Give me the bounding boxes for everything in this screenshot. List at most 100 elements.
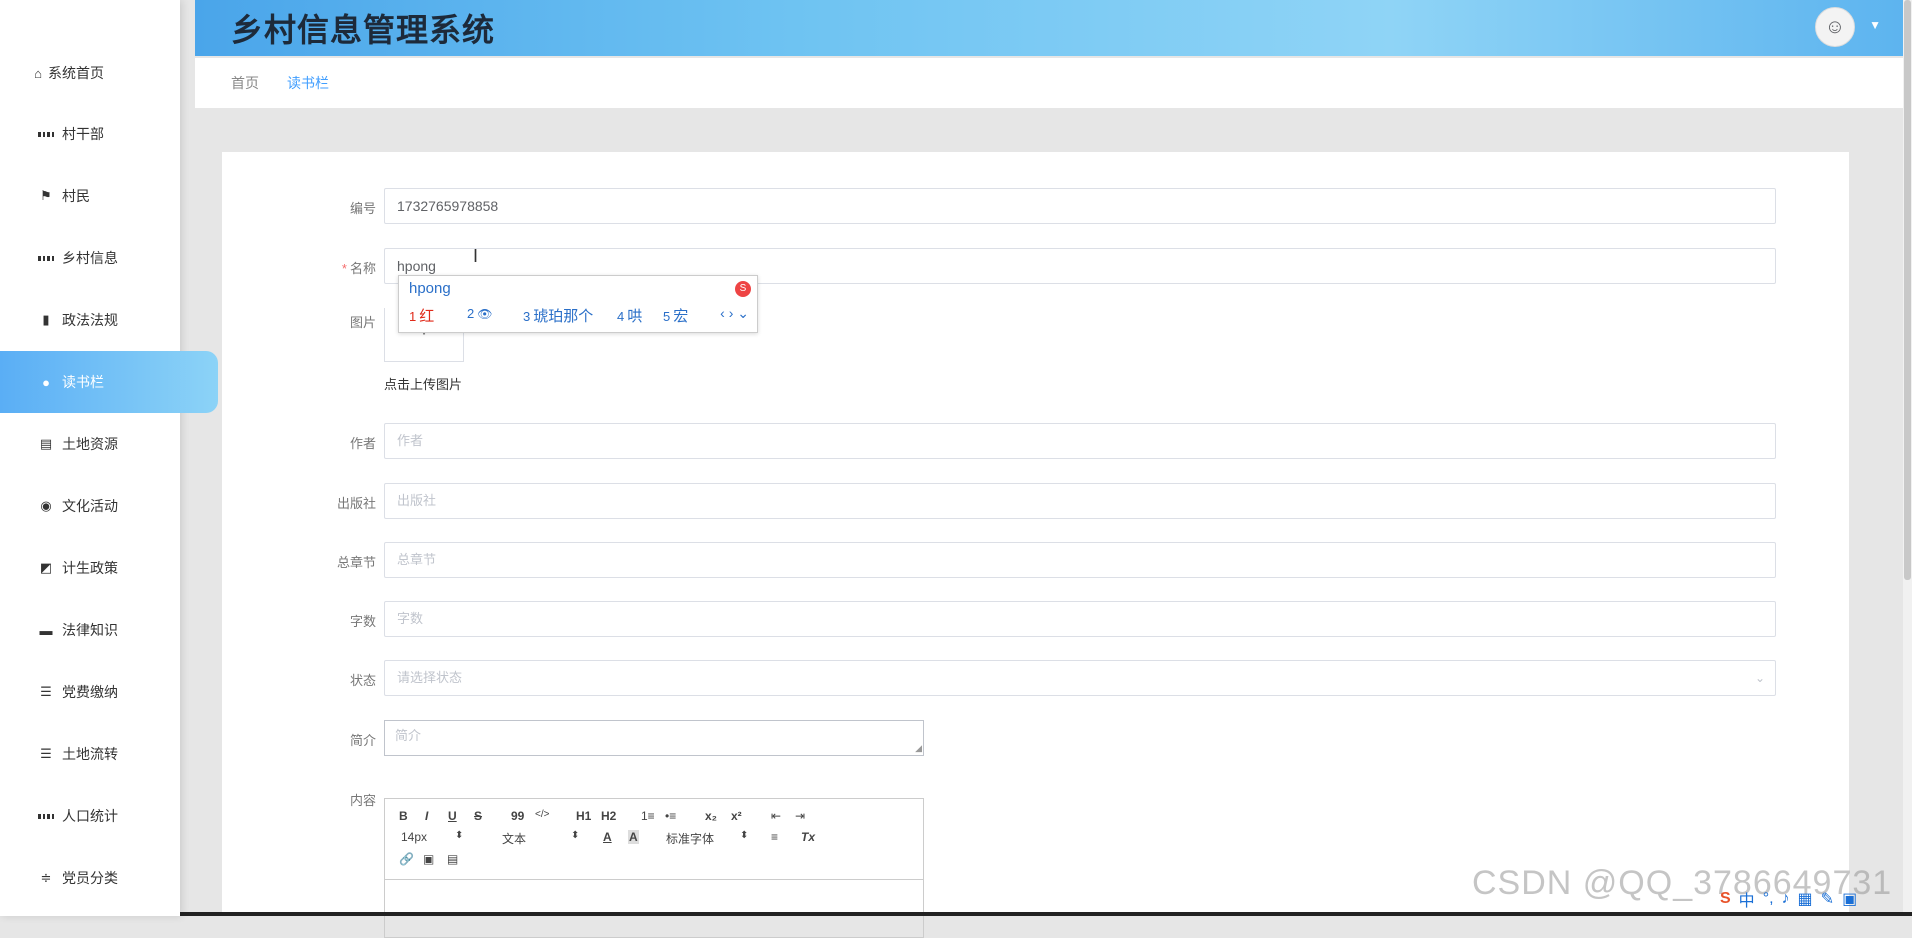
punctuation-icon[interactable]: °,	[1763, 890, 1774, 908]
font-family-select[interactable]: 标准字体	[666, 830, 714, 847]
ime-candidate-3[interactable]: 3 琥珀那个	[523, 305, 593, 326]
publisher-input[interactable]: 出版社	[384, 483, 1776, 519]
grid-icon	[38, 126, 54, 142]
sidebar-item-family-planning[interactable]: ◩ 计生政策	[0, 537, 218, 599]
ime-candidate-1[interactable]: 1红	[409, 305, 434, 326]
sidebar-item-party-members[interactable]: ≑ 党员分类	[0, 847, 218, 909]
grid-icon	[38, 808, 54, 824]
indent-button[interactable]: ⇥	[795, 809, 805, 823]
ime-candidate-number: 5	[663, 309, 671, 324]
chapters-input[interactable]: 总章节	[384, 542, 1776, 578]
outdent-button[interactable]: ⇤	[771, 809, 781, 823]
superscript-button[interactable]: x²	[731, 809, 742, 823]
sidebar-item-laws[interactable]: ▮ 政法法规	[0, 289, 218, 351]
sidebar-item-home[interactable]: ⌂ 系统首页	[0, 42, 210, 104]
ime-page-nav[interactable]: ‹ › ⌄	[720, 305, 749, 322]
keyboard-icon[interactable]: ▦	[1798, 889, 1813, 909]
underline-button[interactable]: U	[448, 809, 457, 823]
author-input[interactable]: 作者	[384, 423, 1776, 459]
clear-format-button[interactable]: Tx	[801, 830, 815, 844]
sidebar: ⌂ 系统首页 村干部 ⚑ 村民 乡村信息 ▮ 政法法规 ● 读书栏 ▤ 土地资源…	[0, 0, 218, 916]
trend-chart-icon: ◩	[39, 560, 53, 575]
name-label: * 名称	[222, 258, 376, 277]
ime-mode-indicator[interactable]: 中	[1739, 887, 1755, 911]
sidebar-item-population[interactable]: 人口统计	[0, 785, 218, 847]
h2-button[interactable]: H2	[601, 809, 616, 823]
bullet-list-button[interactable]: •≡	[665, 809, 676, 823]
taskbar-ime-tray: S 中 °, ♪ ▦ ✎ ▣	[1720, 884, 1857, 914]
status-select[interactable]: 请选择状态 ⌄	[384, 660, 1776, 696]
background-color-button[interactable]: A	[628, 830, 639, 844]
sidebar-item-label: 党员分类	[62, 870, 118, 886]
subscript-button[interactable]: x₂	[705, 809, 717, 823]
ime-composition: hpong	[409, 280, 451, 297]
toolbox-icon[interactable]: ▣	[1842, 889, 1857, 909]
sidebar-item-land[interactable]: ▤ 土地资源	[0, 413, 218, 475]
sidebar-item-dues[interactable]: ☰ 党费缴纳	[0, 661, 218, 723]
words-input[interactable]: 字数	[384, 601, 1776, 637]
ime-candidate-text: 哄	[627, 308, 643, 325]
intro-placeholder: 简介	[395, 728, 422, 743]
sidebar-item-cadres[interactable]: 村干部	[0, 103, 218, 165]
ime-candidate-5[interactable]: 5宏	[663, 305, 688, 326]
clipboard-icon: ▤	[39, 436, 53, 451]
ime-candidate-2[interactable]: 2 👁	[467, 305, 492, 322]
sidebar-item-culture[interactable]: ◉ 文化活动	[0, 475, 218, 537]
resize-handle-icon[interactable]: ◢	[915, 743, 922, 754]
code-button[interactable]: </>	[535, 809, 549, 820]
video-icon[interactable]: ▤	[447, 852, 458, 866]
font-color-button[interactable]: A	[603, 830, 612, 844]
list-icon: ☰	[40, 746, 52, 761]
avatar[interactable]: ☺	[1815, 7, 1855, 47]
scrollbar-thumb[interactable]	[1904, 0, 1911, 580]
sidebar-item-land-transfer[interactable]: ☰ 土地流转	[0, 723, 218, 785]
ime-candidate-text: 琥珀那个	[533, 308, 594, 325]
breadcrumb: 首页 读书栏	[195, 58, 1903, 108]
sidebar-item-label: 乡村信息	[62, 250, 118, 266]
sogou-ime-icon[interactable]: S	[1720, 890, 1731, 908]
page-scrollbar[interactable]	[1903, 0, 1912, 916]
sidebar-item-label: 村民	[62, 188, 90, 204]
align-button[interactable]: ≡	[771, 830, 778, 844]
words-label: 字数	[349, 614, 376, 629]
name-label-text: 名称	[349, 261, 376, 276]
ime-candidate-popup: hpong S 1红 2 👁 3 琥珀那个 4哄 5宏 ‹ › ⌄	[398, 275, 758, 333]
sidebar-item-label: 读书栏	[62, 374, 104, 390]
sidebar-item-village-info[interactable]: 乡村信息	[0, 227, 218, 289]
id-input[interactable]: 1732765978858	[384, 188, 1776, 224]
link-icon[interactable]: 🔗	[399, 852, 414, 866]
content-label: 内容	[349, 793, 376, 808]
caret-down-icon[interactable]: ▼	[1869, 18, 1881, 32]
microphone-icon[interactable]: ♪	[1782, 890, 1790, 908]
quote-button[interactable]: 99	[511, 809, 524, 823]
ordered-list-button[interactable]: 1≡	[641, 809, 655, 823]
header-type-select[interactable]: 文本	[502, 830, 526, 847]
font-size-select[interactable]: 14px	[401, 830, 427, 844]
skin-icon[interactable]: ✎	[1821, 889, 1834, 909]
briefcase-icon: ▬	[39, 622, 53, 638]
id-label: 编号	[349, 201, 376, 216]
image-icon[interactable]: ▣	[423, 852, 434, 866]
home-icon: ⌂	[34, 65, 42, 81]
sidebar-item-label: 土地流转	[62, 746, 118, 762]
chapters-label: 总章节	[336, 555, 376, 570]
sidebar-item-label: 村干部	[62, 126, 104, 142]
intro-textarea[interactable]: 简介 ◢	[384, 720, 924, 756]
sidebar-item-villagers[interactable]: ⚑ 村民	[0, 165, 218, 227]
sidebar-item-reading[interactable]: ● 读书栏	[0, 351, 218, 413]
sidebar-item-legal[interactable]: ▬ 法律知识	[0, 599, 218, 661]
bar-chart-icon: ▮	[42, 312, 50, 327]
sidebar-item-label: 文化活动	[62, 498, 118, 514]
breadcrumb-home[interactable]: 首页	[231, 73, 259, 93]
publisher-label: 出版社	[336, 496, 376, 511]
required-mark: *	[341, 261, 347, 276]
italic-button[interactable]: I	[425, 809, 428, 823]
status-label: 状态	[349, 673, 376, 688]
bold-button[interactable]: B	[399, 809, 408, 823]
header-type-arrow-icon: ⬍	[571, 830, 580, 841]
h1-button[interactable]: H1	[576, 809, 591, 823]
sliders-icon: ≑	[40, 870, 52, 885]
ime-candidate-4[interactable]: 4哄	[617, 305, 642, 326]
ime-candidate-number: 1	[409, 309, 417, 324]
strike-button[interactable]: S	[474, 809, 482, 823]
